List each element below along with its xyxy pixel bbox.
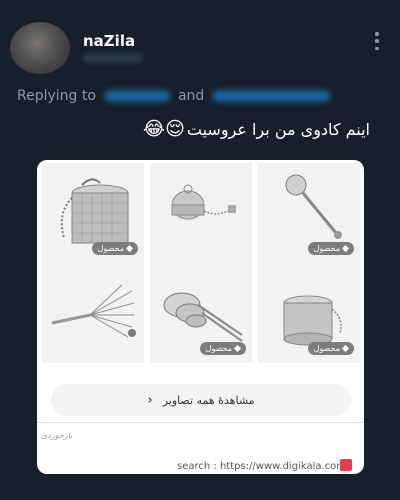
tweet-body: اینم کادوی من برا عروسیت 😌😂 — [143, 118, 370, 140]
product-image-2[interactable] — [150, 163, 252, 263]
chevron-left-icon: ‹ — [147, 392, 153, 408]
product-tag: محصول — [91, 242, 138, 255]
view-all-label: مشاهدهٔ همه تصاویر — [162, 393, 255, 407]
replying-to-line: Replying to and — [17, 88, 338, 104]
view-all-images-button[interactable]: مشاهدهٔ همه تصاویر ‹ — [51, 384, 351, 416]
image-grid: محصول محصول محصول محصول — [37, 160, 364, 366]
more-options-icon[interactable] — [374, 32, 380, 50]
reply-handle-2-blurred[interactable] — [212, 90, 331, 102]
digikala-logo-icon — [340, 459, 352, 471]
display-name[interactable]: naZila — [83, 32, 135, 50]
replying-prefix: Replying to — [17, 88, 96, 104]
product-card[interactable]: محصول محصول محصول محصول مشاهدهٔ همه تصاو… — [37, 160, 364, 474]
source-search-text[interactable]: search : https://www.digikala.com — [177, 461, 346, 472]
reply-handle-1-blurred[interactable] — [103, 90, 170, 102]
product-image-1[interactable]: محصول — [42, 163, 144, 263]
replying-joiner: and — [177, 88, 205, 104]
tweet-emoji: 😌😂 — [142, 118, 185, 140]
product-image-4[interactable] — [42, 263, 144, 363]
card-footer: بازخوردی search : https://www.digikala.c… — [37, 422, 364, 474]
whisk-brush-image — [51, 284, 136, 338]
product-tag: محصول — [199, 342, 246, 355]
user-handle-blurred — [83, 53, 143, 63]
product-image-3[interactable]: محصول — [258, 163, 360, 263]
archive-label: بازخوردی — [41, 431, 73, 440]
product-image-5[interactable]: محصول — [150, 263, 252, 363]
avatar[interactable] — [10, 22, 70, 74]
product-image-6[interactable]: محصول — [258, 263, 360, 363]
product-tag: محصول — [307, 242, 354, 255]
tea-ball-chain-image — [171, 184, 236, 220]
product-tag: محصول — [307, 342, 354, 355]
tweet-text: اینم کادوی من برا عروسیت — [186, 119, 370, 139]
